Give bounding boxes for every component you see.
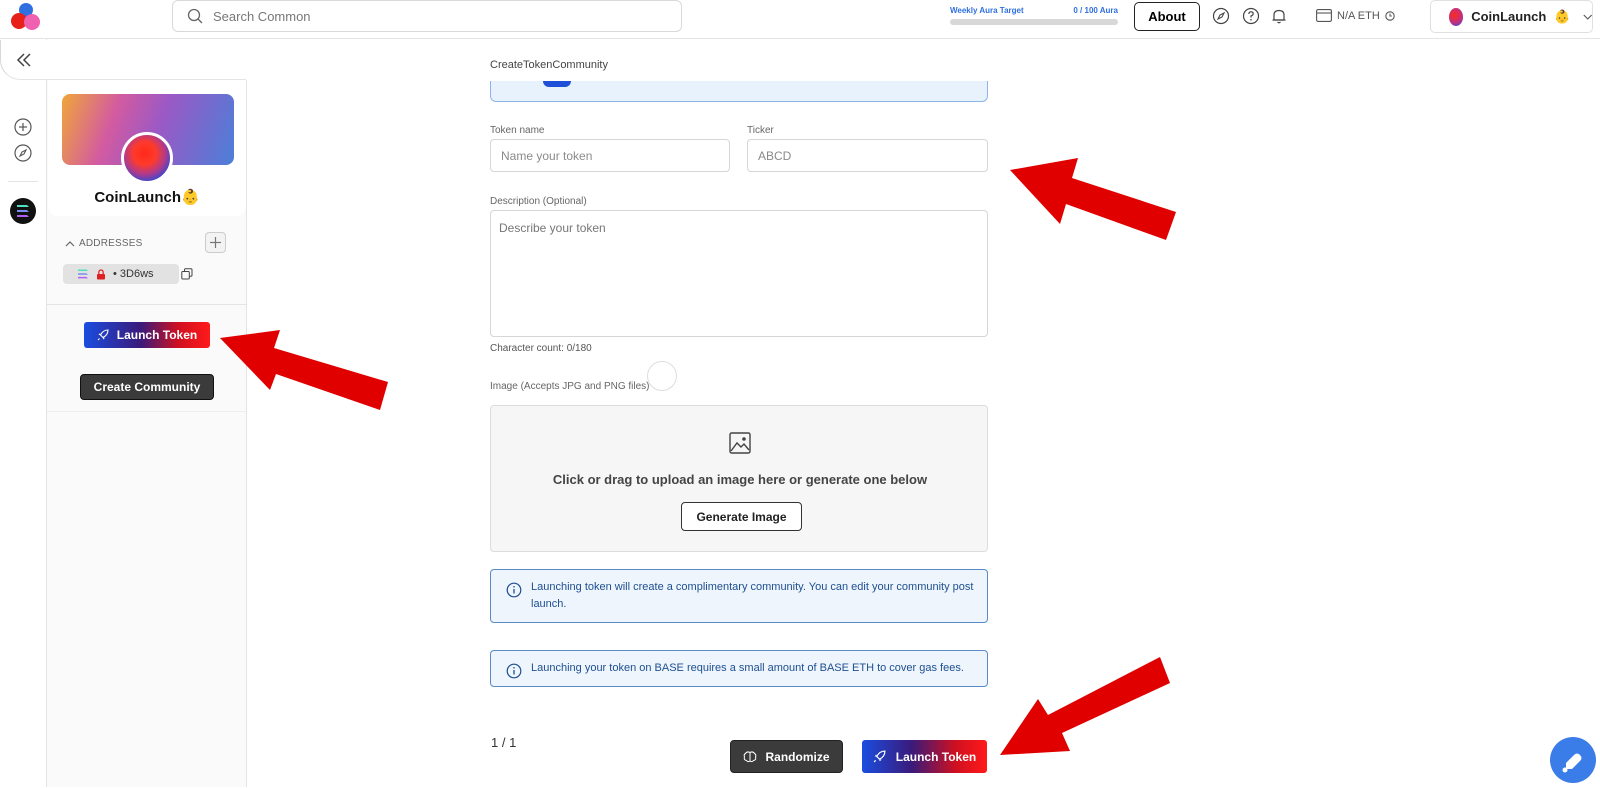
common-logo-icon[interactable] <box>10 2 42 32</box>
wallet-balance[interactable]: N/A ETH <box>1316 9 1395 22</box>
solana-icon <box>78 269 88 279</box>
weekly-aura-target: Weekly Aura Target 0 / 100 Aura <box>950 6 1118 25</box>
image-label: Image (Accepts JPG and PNG files) <box>490 381 650 392</box>
info-text-gas: Launching your token on BASE requires a … <box>531 662 964 674</box>
chat-fab-button[interactable] <box>1550 737 1596 783</box>
rail-divider <box>8 181 38 182</box>
top-bar: Weekly Aura Target 0 / 100 Aura About N/… <box>0 0 1600 39</box>
addresses-label: ADDRESSES <box>79 238 143 249</box>
chat-bubble-icon <box>1562 753 1582 773</box>
search-input[interactable] <box>213 8 653 24</box>
search-icon <box>187 8 203 24</box>
info-icon <box>506 582 522 598</box>
aura-label: Weekly Aura Target <box>950 6 1024 15</box>
create-community-button[interactable]: Create Community <box>80 374 214 400</box>
lock-icon <box>97 268 105 279</box>
add-address-button[interactable] <box>205 232 226 253</box>
info-box-community: Launching token will create a compliment… <box>490 569 988 623</box>
aura-value: 0 / 100 Aura <box>1073 6 1118 15</box>
rocket-icon <box>873 750 886 763</box>
token-name-input[interactable] <box>490 139 730 172</box>
randomize-button[interactable]: Randomize <box>730 740 843 773</box>
brain-icon <box>744 750 757 762</box>
randomize-label: Randomize <box>765 749 830 764</box>
description-textarea[interactable] <box>490 210 988 337</box>
chevron-down-icon <box>1582 14 1592 20</box>
image-upload-dropzone[interactable]: Click or drag to upload an image here or… <box>490 405 988 552</box>
address-chip[interactable]: • 3D6ws <box>63 264 179 284</box>
search-bar[interactable] <box>172 0 682 32</box>
sidebar-launch-token-button[interactable]: Launch Token <box>84 322 210 348</box>
plus-icon <box>210 237 221 248</box>
bell-icon[interactable] <box>1270 7 1288 25</box>
community-type-card[interactable] <box>490 81 988 102</box>
rocket-icon <box>97 329 109 341</box>
sidebar-divider <box>47 304 246 305</box>
description-label: Description (Optional) <box>490 196 587 207</box>
ticker-label: Ticker <box>747 125 774 136</box>
launch-token-button[interactable]: Launch Token <box>862 740 987 773</box>
copy-icon[interactable] <box>181 268 193 280</box>
profile-card: CoinLaunch👶 <box>48 80 246 216</box>
collapse-sidebar-button[interactable] <box>0 40 246 80</box>
ticker-input[interactable] <box>747 139 988 172</box>
compass-icon[interactable] <box>1212 7 1230 25</box>
community-sidebar: CoinLaunch👶 ADDRESSES • 3D6ws Launch Tok… <box>47 80 247 787</box>
addresses-toggle[interactable]: ADDRESSES <box>65 238 143 249</box>
info-box-gas: Launching your token on BASE requires a … <box>490 650 988 687</box>
image-icon <box>729 432 751 454</box>
launch-token-label: Launch Token <box>895 749 977 764</box>
user-name: CoinLaunch <box>1471 9 1547 24</box>
character-count: Character count: 0/180 <box>490 343 592 354</box>
clock-icon <box>1385 10 1395 21</box>
aura-progress-bar <box>950 19 1118 25</box>
sidebar-launch-token-label: Launch Token <box>116 328 198 342</box>
info-text-community: Launching token will create a compliment… <box>531 581 974 610</box>
profile-avatar[interactable] <box>121 132 173 184</box>
chain-icon <box>543 81 571 87</box>
double-chevron-left-icon <box>16 53 31 67</box>
chevron-up-icon <box>65 241 75 247</box>
user-avatar <box>1449 7 1464 26</box>
user-menu-button[interactable]: CoinLaunch 👶 <box>1430 0 1593 33</box>
explore-compass-icon[interactable] <box>13 143 33 163</box>
plus-circle-icon[interactable] <box>13 117 33 137</box>
address-text: • 3D6ws <box>113 268 154 280</box>
profile-name: CoinLaunch👶 <box>94 189 200 206</box>
token-name-label: Token name <box>490 125 545 136</box>
wallet-label: N/A ETH <box>1337 9 1380 22</box>
main-content: CreateTokenCommunity Token name Ticker D… <box>247 39 1600 787</box>
help-icon[interactable] <box>1242 7 1260 25</box>
sidebar-divider-bottom <box>47 411 246 412</box>
page-title: CreateTokenCommunity <box>490 59 608 71</box>
upload-instructions: Click or drag to upload an image here or… <box>552 472 928 487</box>
generate-image-button[interactable]: Generate Image <box>681 502 802 531</box>
user-emoji: 👶 <box>1554 8 1571 24</box>
left-rail <box>0 39 47 787</box>
wallet-icon <box>1316 9 1332 22</box>
solana-community-icon[interactable] <box>9 197 37 225</box>
loading-spinner <box>647 361 677 391</box>
about-button[interactable]: About <box>1134 2 1200 31</box>
page-indicator: 1 / 1 <box>491 735 517 750</box>
info-icon <box>506 663 522 679</box>
